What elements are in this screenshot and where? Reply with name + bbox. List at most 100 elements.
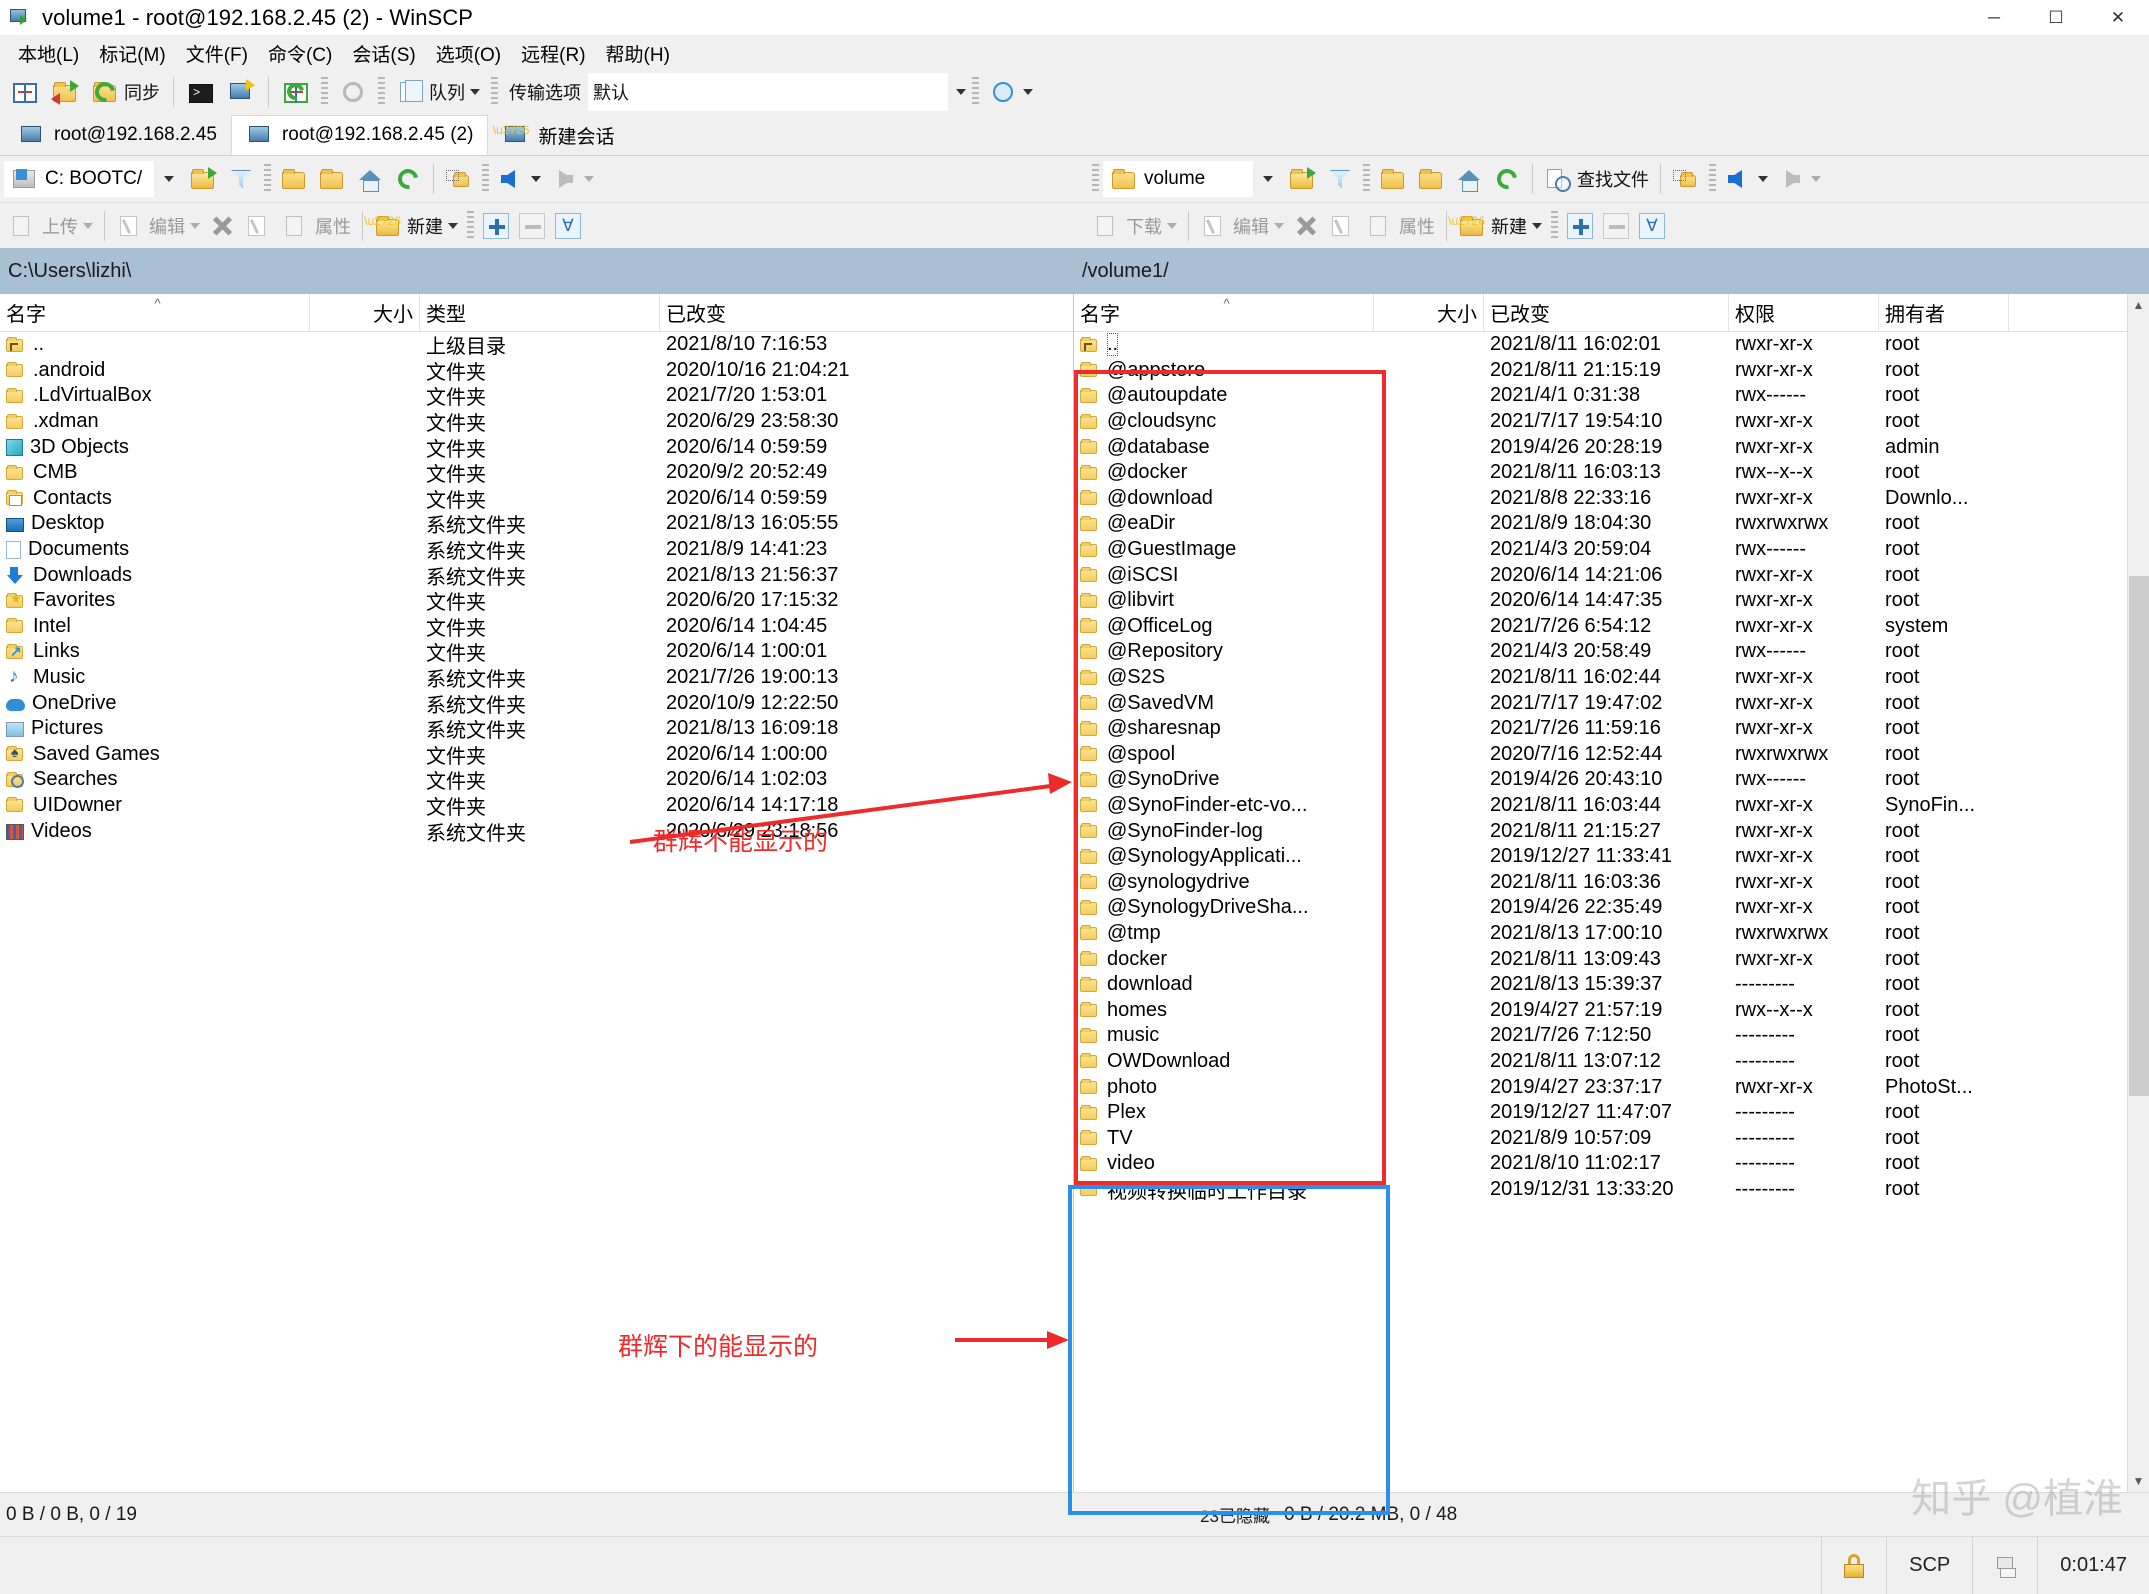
remote-unselect-files-button[interactable] xyxy=(1598,207,1634,245)
table-row[interactable]: .android 文件夹 2020/10/16 21:04:21 xyxy=(0,358,1073,383)
local-edit-button[interactable]: 编辑 xyxy=(111,207,205,245)
table-row[interactable]: 视频转换临时工作目录 2019/12/31 13:33:20 --------- ro… xyxy=(1074,1177,2149,1202)
menu-mark[interactable]: 标记(M) xyxy=(89,37,175,70)
local-file-list[interactable]: .. 上级目录 2021/8/10 7:16:53 .android 文件夹 2020/1… xyxy=(0,332,1073,1492)
toolbar-grip[interactable] xyxy=(1092,164,1099,194)
table-row[interactable]: Searches 文件夹 2020/6/14 1:02:03 xyxy=(0,767,1073,793)
table-row[interactable]: TV 2021/8/9 10:57:09 --------- root xyxy=(1074,1125,2149,1151)
tab-session-1[interactable]: root@192.168.2.45 xyxy=(4,115,231,155)
menu-local[interactable]: 本地(L) xyxy=(8,37,89,70)
chevron-down-icon[interactable] xyxy=(448,222,458,229)
table-row[interactable]: download 2021/8/13 15:39:37 --------- root xyxy=(1074,972,2149,998)
table-row[interactable]: @SynoDrive 2019/4/26 20:43:10 rwx------ roo… xyxy=(1074,767,2149,793)
table-row[interactable]: Favorites 文件夹 2020/6/20 17:15:32 xyxy=(0,588,1073,614)
download-button[interactable]: 下载 xyxy=(1088,207,1182,245)
table-row[interactable]: @iSCSI 2020/6/14 14:21:06 rwxr-xr-x root xyxy=(1074,562,2149,588)
local-properties-button[interactable]: 属性 xyxy=(277,207,356,245)
menu-session[interactable]: 会话(S) xyxy=(342,37,425,70)
chevron-down-icon[interactable] xyxy=(584,176,594,182)
remote-column-name[interactable]: 名字 ^ xyxy=(1074,293,1374,332)
toolbar-grip[interactable] xyxy=(972,77,979,107)
remote-column-changed[interactable]: 已改变 xyxy=(1484,293,1729,332)
table-row[interactable]: Music 系统文件夹 2021/7/26 19:00:13 xyxy=(0,665,1073,691)
table-row[interactable]: @synologydrive 2021/8/11 16:03:36 rwxr-xr-… xyxy=(1074,869,2149,895)
remote-invert-selection-button[interactable]: ∀ xyxy=(1634,207,1670,245)
toolbar-grip[interactable] xyxy=(1551,210,1558,241)
local-path-field[interactable]: C:\Users\lizhi\ xyxy=(0,248,1074,294)
remote-root-directory-button[interactable] xyxy=(1412,160,1450,198)
remote-select-files-button[interactable] xyxy=(1562,207,1598,245)
local-open-directory-button[interactable] xyxy=(184,160,222,198)
scroll-down-button[interactable]: ▼ xyxy=(2128,1470,2149,1492)
table-row[interactable]: Videos 系统文件夹 2020/6/29 23:18:56 xyxy=(0,818,1073,844)
table-row[interactable]: @SynoFinder-log 2021/8/11 21:15:27 rwxr-xr… xyxy=(1074,818,2149,844)
toolbar-grip[interactable] xyxy=(1709,164,1716,194)
local-root-directory-button[interactable] xyxy=(313,160,351,198)
chevron-down-icon[interactable] xyxy=(1532,222,1542,229)
local-filter-button[interactable] xyxy=(222,160,260,198)
remote-parent-directory-button[interactable] xyxy=(1374,160,1412,198)
table-row[interactable]: @OfficeLog 2021/7/26 6:54:12 rwxr-xr-x syst… xyxy=(1074,614,2149,640)
menu-help[interactable]: 帮助(H) xyxy=(596,37,680,70)
remote-column-rights[interactable]: 权限 xyxy=(1729,293,1879,332)
local-unselect-files-button[interactable] xyxy=(514,207,550,245)
table-row[interactable]: @download 2021/8/8 22:33:16 rwxr-xr-x Downl… xyxy=(1074,486,2149,512)
remote-delete-button[interactable] xyxy=(1289,207,1323,245)
table-row[interactable]: Plex 2019/12/27 11:47:07 --------- root xyxy=(1074,1100,2149,1126)
remote-directory-select[interactable]: volume xyxy=(1103,161,1253,197)
remote-back-button[interactable] xyxy=(1720,160,1773,198)
remote-filter-button[interactable] xyxy=(1321,160,1359,198)
chevron-down-icon[interactable] xyxy=(190,222,200,229)
toolbar-grip[interactable] xyxy=(1363,164,1370,194)
table-row[interactable]: .. 2021/8/11 16:02:01 rwxr-xr-x root xyxy=(1074,332,2149,358)
chevron-down-icon[interactable] xyxy=(1023,89,1033,95)
open-console-button[interactable] xyxy=(182,73,220,111)
table-row[interactable]: OWDownload 2021/8/11 13:07:12 --------- roo… xyxy=(1074,1049,2149,1075)
upload-button[interactable]: 上传 xyxy=(4,207,98,245)
preferences-button[interactable] xyxy=(334,73,372,111)
remote-home-directory-button[interactable] xyxy=(1450,160,1488,198)
table-row[interactable]: @S2S 2021/8/11 16:02:44 rwxr-xr-x root xyxy=(1074,665,2149,691)
table-row[interactable]: UIDowner 文件夹 2020/6/14 14:17:18 xyxy=(0,793,1073,818)
remote-open-directory-button[interactable] xyxy=(1283,160,1321,198)
scrollbar-thumb[interactable] xyxy=(2128,576,2149,1096)
menu-commands[interactable]: 命令(C) xyxy=(258,37,342,70)
table-row[interactable]: CMB 文件夹 2020/9/2 20:52:49 xyxy=(0,460,1073,486)
local-new-button[interactable]: \u2726 新建 xyxy=(364,207,463,245)
local-delete-button[interactable] xyxy=(205,207,239,245)
table-row[interactable]: @spool 2020/7/16 12:52:44 rwxrwxrwx root xyxy=(1074,742,2149,768)
toolbar-grip[interactable] xyxy=(378,77,385,107)
table-row[interactable]: Documents 系统文件夹 2021/8/9 14:41:23 xyxy=(0,537,1073,562)
chevron-down-icon[interactable] xyxy=(1811,176,1821,182)
local-home-directory-button[interactable] xyxy=(351,160,389,198)
table-row[interactable]: @libvirt 2020/6/14 14:47:35 rwxr-xr-x root xyxy=(1074,588,2149,614)
table-row[interactable]: .xdman 文件夹 2020/6/29 23:58:30 xyxy=(0,409,1073,434)
table-row[interactable]: @SynologyDriveSha... 2019/4/26 22:35:49 rw… xyxy=(1074,895,2149,921)
toolbar-grip[interactable] xyxy=(467,210,474,241)
table-row[interactable]: @SynoFinder-etc-vo... 2021/8/11 16:03:44 r… xyxy=(1074,793,2149,819)
remote-edit-button[interactable]: 编辑 xyxy=(1195,207,1289,245)
local-column-type[interactable]: 类型 xyxy=(420,293,660,332)
local-column-changed[interactable]: 已改变 xyxy=(660,294,1070,332)
scroll-up-button[interactable]: ▲ xyxy=(2128,294,2149,316)
table-row[interactable]: Intel 文件夹 2020/6/14 1:04:45 xyxy=(0,614,1073,639)
chevron-down-icon[interactable] xyxy=(1274,222,1284,229)
remote-properties-button[interactable]: 属性 xyxy=(1361,207,1440,245)
table-row[interactable]: 3D Objects 文件夹 2020/6/14 0:59:59 xyxy=(0,434,1073,460)
local-column-name[interactable]: 名字 ^ xyxy=(0,293,310,332)
table-row[interactable]: @eaDir 2021/8/9 18:04:30 rwxrwxrwx root xyxy=(1074,511,2149,537)
local-forward-button[interactable] xyxy=(546,160,599,198)
chevron-down-icon[interactable] xyxy=(531,176,541,182)
toolbar-grip[interactable] xyxy=(264,164,271,194)
remote-file-list[interactable]: .. 2021/8/11 16:02:01 rwxr-xr-x root @appsto… xyxy=(1074,332,2149,1492)
local-drive-select[interactable]: C: BOOTC/ xyxy=(4,161,154,197)
table-row[interactable]: @SynologyApplicati... 2019/12/27 11:33:41… xyxy=(1074,844,2149,870)
minimize-button[interactable]: ─ xyxy=(1963,0,2025,36)
remote-vertical-scrollbar[interactable]: ▲ ▼ xyxy=(2127,294,2149,1492)
close-button[interactable]: ✕ xyxy=(2087,0,2149,36)
table-row[interactable]: Saved Games 文件夹 2020/6/14 1:00:00 xyxy=(0,742,1073,767)
toolbar-grip[interactable] xyxy=(482,164,489,194)
remote-bookmark-button[interactable] xyxy=(1667,160,1705,198)
transfer-settings-chevron-down-icon[interactable] xyxy=(956,89,966,95)
local-bookmark-button[interactable] xyxy=(440,160,478,198)
